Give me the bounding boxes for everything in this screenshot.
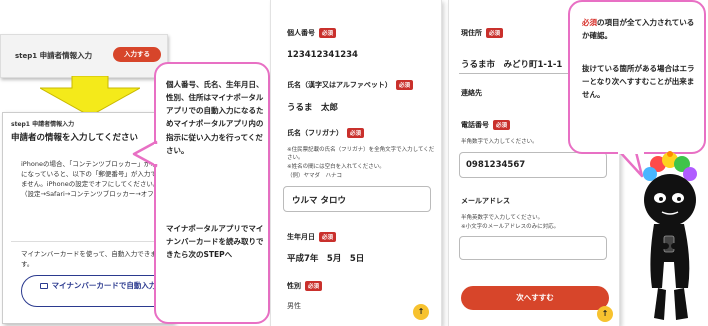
gender-label-text: 性別 — [287, 282, 301, 290]
tutorial-stage: step1 申請者情報入力 入力する step1 申請者情報入力 申請者の情報を… — [0, 0, 708, 326]
address-label-text: 現住所 — [461, 29, 482, 37]
phone-label: 電話番号 必須 — [461, 120, 511, 130]
down-arrow-icon — [40, 76, 140, 116]
bubble2-text1-rest: の項目が全て入力されているか確認。 — [582, 18, 695, 41]
personal-info-screen: 個人番号 必須 123412341234 氏名（漢字又はアルファベット） 必須 うる… — [270, 0, 442, 326]
required-badge: 必須 — [486, 28, 504, 38]
gender-label: 性別 必須 — [287, 281, 323, 291]
kana-hint-2: ※姓名の間には空白を入れてください。 — [287, 164, 385, 170]
kana-value: ウルマ タロウ — [292, 196, 346, 206]
step-title: 申請者情報入力 — [39, 51, 93, 60]
name-label-text: 氏名（漢字又はアルファベット） — [287, 81, 392, 89]
mynumber-label: 個人番号 必須 — [287, 28, 337, 38]
divider — [11, 241, 169, 242]
kana-hint-1: ※住民票記載の氏名（フリガナ）を全角文字で入力してください。 — [287, 147, 435, 162]
kana-label-text: 氏名（フリガナ） — [287, 129, 343, 137]
required-badge: 必須 — [305, 281, 323, 291]
address-value: うるま市 みどり町1-1-1 — [461, 60, 563, 70]
email-hint-2: ※小文字のメールアドレスのみに対応。 — [461, 224, 560, 230]
scroll-top-button[interactable]: ↑ — [597, 306, 613, 322]
required-badge: 必須 — [319, 232, 337, 242]
required-highlight: 必須 — [582, 18, 597, 27]
mynumber-label-text: 個人番号 — [287, 29, 315, 37]
email-input[interactable] — [459, 236, 607, 260]
phone-label-text: 電話番号 — [461, 121, 489, 129]
contact-label: 連絡先 — [461, 89, 482, 97]
bubble-tail-1 — [132, 140, 158, 168]
bubble1-text2: マイナポータルアプリでマイナンバーカードを読み取りできたら次のSTEPへ — [166, 224, 264, 260]
required-badge: 必須 — [319, 28, 337, 38]
email-hint-1: 半角英数字で入力してください。 — [461, 215, 544, 221]
mynumber-value: 123412341234 — [287, 50, 358, 60]
screen-title: 申請者の情報を入力してください — [11, 133, 138, 143]
birth-label: 生年月日 必須 — [287, 232, 337, 242]
card-icon — [39, 283, 48, 289]
required-badge: 必須 — [347, 128, 365, 138]
step1-card: step1 申請者情報入力 入力する — [0, 34, 168, 78]
phone-input[interactable]: 0981234567 — [459, 152, 607, 178]
step-prefix: step1 — [15, 52, 38, 60]
address-underline — [459, 73, 583, 74]
birth-label-text: 生年月日 — [287, 233, 315, 241]
required-badge: 必須 — [395, 80, 413, 90]
bubble1-text1: 個人番号、氏名、生年月日、性別、住所はマイナポータルアプリでの自動入力になるため… — [166, 80, 264, 155]
bubble2-text1: 必須の項目が全て入力されているか確認。 — [582, 16, 700, 42]
next-button[interactable]: 次へすすむ — [461, 286, 609, 310]
email-label: メールアドレス — [461, 197, 510, 205]
auto-input-description: マイナンバーカードを使って、自動入力できます。 — [21, 250, 157, 269]
name-value: うるま 太郎 — [287, 103, 339, 113]
explanation-bubble-1: 個人番号、氏名、生年月日、性別、住所はマイナポータルアプリでの自動入力になるため… — [154, 62, 270, 324]
screen-subtitle: step1 申請者情報入力 — [11, 121, 75, 128]
name-label: 氏名（漢字又はアルファベット） 必須 — [287, 80, 413, 90]
kana-label: 氏名（フリガナ） 必須 — [287, 128, 365, 138]
birth-value: 平成7年 5月 5日 — [287, 254, 365, 264]
phone-value: 0981234567 — [466, 160, 526, 170]
mynumber-auto-input-button[interactable]: マイナンバーカードで自動入力 — [21, 275, 173, 307]
gender-value: 男性 — [287, 302, 301, 310]
address-label: 現住所 必須 — [461, 28, 504, 38]
explanation-bubble-2: 必須の項目が全て入力されているか確認。 抜けている箇所がある場合はエラーとなり次… — [568, 0, 706, 154]
bubble2-text2: 抜けている箇所がある場合はエラーとなり次へすすむことが出来ません。 — [582, 64, 695, 100]
kana-hint-3: （例）ヤマダ ハナコ — [287, 173, 343, 179]
mynumber-button-label: マイナンバーカードで自動入力 — [51, 281, 157, 290]
kana-input[interactable]: ウルマ タロウ — [283, 186, 431, 212]
step1-card-title: step1 申請者情報入力 — [15, 50, 92, 61]
input-button[interactable]: 入力する — [113, 47, 161, 62]
required-badge: 必須 — [493, 120, 511, 130]
mascot-character-icon — [643, 151, 697, 320]
scroll-top-button[interactable]: ↑ — [413, 304, 429, 320]
